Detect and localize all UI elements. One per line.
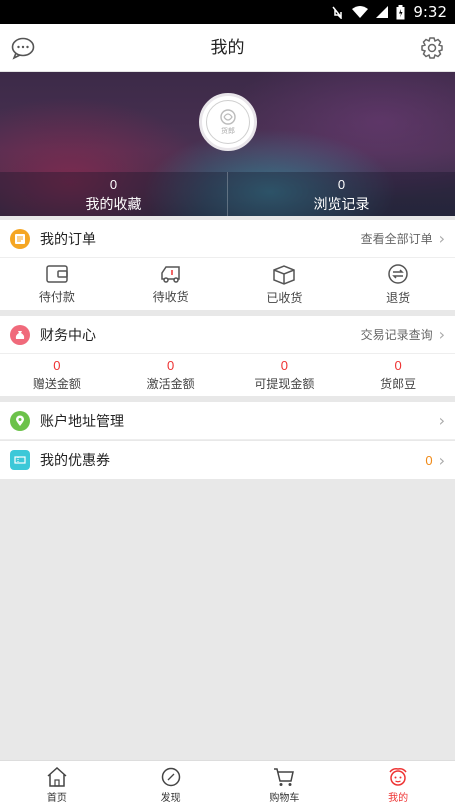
gear-icon (421, 37, 443, 59)
address-row[interactable]: 账户地址管理 › (0, 402, 455, 440)
address-section: 账户地址管理 › (0, 402, 455, 440)
history-count: 0 (337, 177, 346, 192)
home-icon (47, 767, 67, 787)
finance-section: 财务中心 交易记录查询 › 0 赠送金额 0 激活金额 0 可提现金额 0 货郎… (0, 316, 455, 396)
finance-grid: 0 赠送金额 0 激活金额 0 可提现金额 0 货郎豆 (0, 354, 455, 396)
avatar-logo: 货郎 (206, 100, 250, 144)
finance-title: 财务中心 (40, 326, 96, 343)
received-label: 已收货 (266, 290, 303, 305)
withdrawable-amount-item[interactable]: 0 可提现金额 (228, 354, 342, 396)
profile-icon (389, 768, 407, 786)
gift-amount-label: 赠送金额 (32, 377, 81, 391)
settings-button[interactable] (419, 36, 445, 60)
signal-icon (376, 5, 389, 19)
profile-stats: 0 我的收藏 0 浏览记录 (0, 172, 455, 216)
coupon-icon (10, 450, 30, 470)
tab-profile[interactable]: 我的 (341, 761, 455, 810)
pending-receipt-label: 待收货 (152, 289, 189, 304)
orders-list-icon (10, 228, 30, 249)
coupon-row[interactable]: 我的优惠券 0 › (0, 441, 455, 479)
view-all-orders-link[interactable]: 查看全部订单 (361, 230, 433, 247)
activated-amount-label: 激活金额 (146, 377, 195, 391)
orders-title: 我的订单 (40, 230, 96, 247)
return-label: 退货 (386, 290, 411, 305)
activated-amount-item[interactable]: 0 激活金额 (114, 354, 228, 396)
transaction-records-link[interactable]: 交易记录查询 (361, 326, 433, 343)
tab-cart[interactable]: 购物车 (228, 761, 342, 810)
favorites-count: 0 (109, 177, 118, 192)
withdrawable-amount-value: 0 (280, 358, 288, 373)
orders-section: 我的订单 查看全部订单 › 待付款 待收货 已收货 退货 (0, 220, 455, 310)
tab-home-label: 首页 (46, 793, 67, 804)
wallet-icon (46, 264, 68, 283)
favorites-label: 我的收藏 (85, 196, 142, 212)
avatar-caption: 货郎 (221, 128, 235, 135)
truck-icon (160, 265, 180, 283)
status-bar: 9:32 (0, 0, 455, 24)
chevron-right-icon: › (438, 411, 445, 430)
address-title: 账户地址管理 (40, 412, 124, 429)
chat-bubble-icon (11, 37, 35, 60)
coupon-count: 0 (425, 452, 433, 468)
return-item[interactable]: 退货 (341, 258, 455, 310)
tab-discover-label: 发现 (160, 793, 181, 804)
withdrawable-amount-label: 可提现金额 (254, 377, 315, 391)
pending-payment-label: 待付款 (38, 289, 75, 304)
compass-icon (161, 767, 180, 787)
money-bag-icon (10, 324, 30, 345)
favorites-stat[interactable]: 0 我的收藏 (0, 172, 227, 216)
battery-icon (396, 4, 405, 20)
orders-header[interactable]: 我的订单 查看全部订单 › (0, 220, 455, 258)
history-label: 浏览记录 (313, 196, 370, 212)
tab-cart-label: 购物车 (269, 793, 300, 804)
chevron-right-icon: › (438, 229, 445, 248)
profile-header: 货郎 0 我的收藏 0 浏览记录 (0, 72, 455, 216)
message-button[interactable] (10, 36, 36, 60)
tab-profile-label: 我的 (388, 793, 409, 804)
mute-icon (330, 5, 344, 19)
chevron-right-icon: › (438, 450, 445, 470)
logo-icon (220, 109, 236, 125)
pending-receipt-item[interactable]: 待收货 (114, 258, 228, 310)
page-title: 我的 (210, 38, 245, 57)
top-bar: 我的 (0, 24, 455, 72)
coupon-section: 我的优惠券 0 › (0, 441, 455, 479)
tab-discover[interactable]: 发现 (114, 761, 228, 810)
status-time: 9:32 (413, 3, 447, 21)
activated-amount-value: 0 (167, 358, 175, 373)
gift-amount-value: 0 (53, 358, 61, 373)
box-icon (273, 264, 296, 285)
coupon-title: 我的优惠券 (40, 452, 110, 468)
bottom-nav: 首页 发现 购物车 我的 (0, 760, 455, 810)
avatar[interactable]: 货郎 (199, 93, 257, 151)
gift-amount-item[interactable]: 0 赠送金额 (0, 354, 114, 396)
chevron-right-icon: › (438, 325, 445, 344)
return-icon (388, 263, 408, 284)
points-item[interactable]: 0 货郎豆 (341, 354, 455, 396)
history-stat[interactable]: 0 浏览记录 (227, 172, 455, 216)
points-label: 货郎豆 (380, 377, 417, 391)
points-value: 0 (394, 358, 402, 373)
received-item[interactable]: 已收货 (228, 258, 342, 310)
finance-header[interactable]: 财务中心 交易记录查询 › (0, 316, 455, 354)
tab-home[interactable]: 首页 (0, 761, 114, 810)
pending-payment-item[interactable]: 待付款 (0, 258, 114, 310)
cart-icon (274, 768, 295, 786)
wifi-icon (352, 5, 369, 19)
location-pin-icon (10, 410, 30, 431)
orders-grid: 待付款 待收货 已收货 退货 (0, 258, 455, 310)
